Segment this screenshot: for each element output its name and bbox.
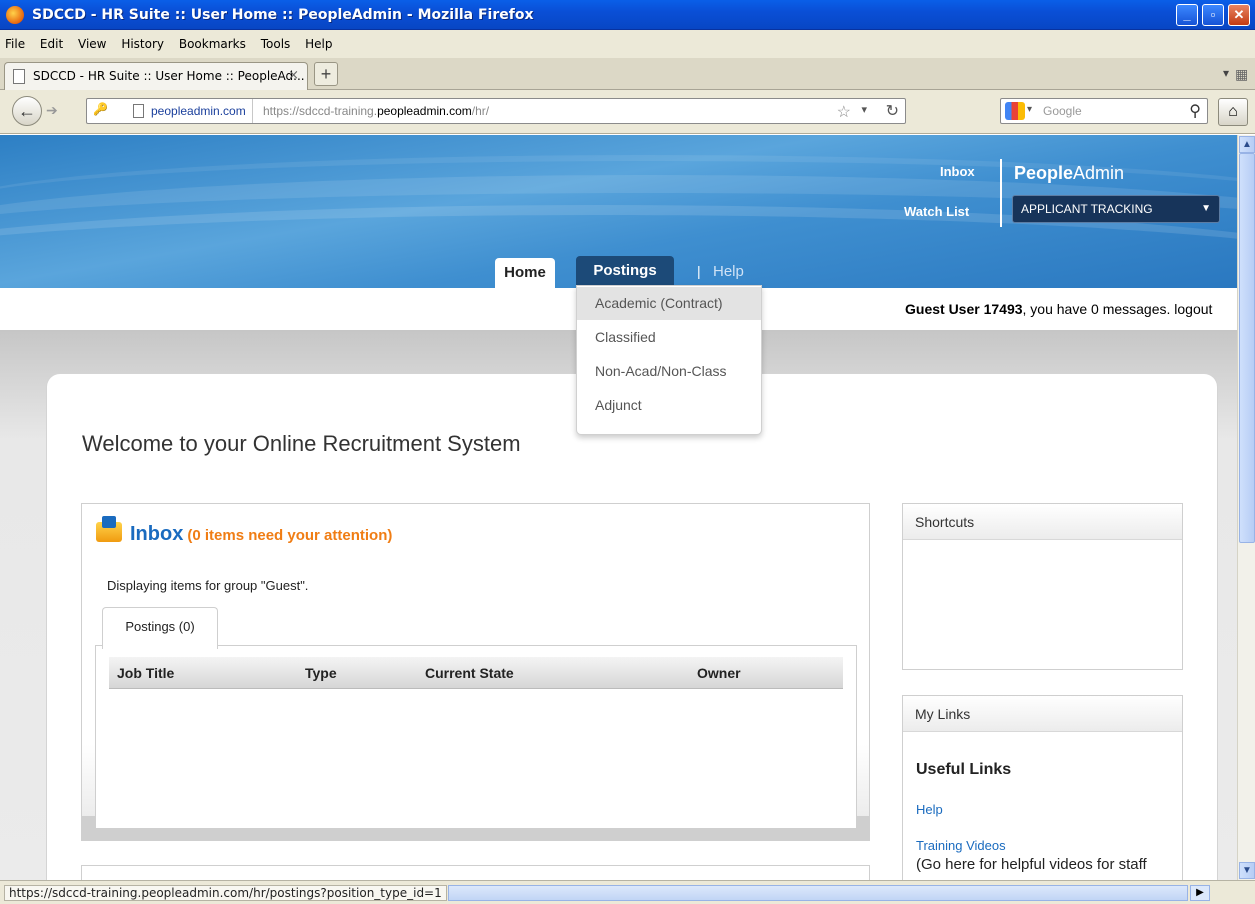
inbox-icon — [96, 516, 122, 542]
logo-bold: People — [1014, 163, 1074, 183]
useful-links-heading: Useful Links — [916, 761, 1012, 778]
inbox-inner: Inbox (0 items need your attention) Displ… — [82, 504, 869, 840]
table-header: Job Title Type Current State Owner — [109, 657, 843, 689]
greeting-text[interactable]: , you have 0 messages. logout — [1023, 301, 1213, 317]
url-suffix: /hr/ — [471, 104, 490, 118]
menu-file[interactable]: File — [5, 30, 25, 58]
col-owner[interactable]: Owner — [697, 665, 741, 681]
new-tab-button[interactable]: + — [314, 62, 338, 86]
peopleadmin-logo: PeopleAdmin — [1014, 163, 1124, 184]
col-current-state[interactable]: Current State — [425, 665, 514, 681]
search-icon[interactable]: ⚲ — [1189, 101, 1201, 121]
tab-postings-count[interactable]: Postings (0) — [102, 607, 218, 649]
inbox-title: Inbox — [130, 523, 184, 545]
reload-icon[interactable]: ↻ — [886, 101, 899, 121]
scroll-down-icon[interactable]: ▼ — [1239, 862, 1255, 879]
horizontal-scrollbar[interactable] — [448, 885, 1188, 901]
search-bar[interactable]: ▾ Google ⚲ — [1000, 98, 1208, 124]
menu-help[interactable]: Help — [305, 30, 332, 58]
firefox-icon — [6, 6, 24, 24]
browser-window: SDCCD - HR Suite :: User Home :: PeopleA… — [0, 0, 1255, 904]
tab-help[interactable]: Help — [713, 263, 744, 280]
watch-list-link[interactable]: Watch List — [904, 204, 969, 219]
window-title: SDCCD - HR Suite :: User Home :: PeopleA… — [32, 7, 534, 23]
menu-edit[interactable]: Edit — [40, 30, 63, 58]
home-button[interactable]: ⌂ — [1218, 98, 1248, 126]
menu-view[interactable]: View — [78, 30, 106, 58]
page-title: Welcome to your Online Recruitment Syste… — [82, 431, 521, 456]
header-divider — [1000, 159, 1002, 227]
tab-postings[interactable]: Postings — [576, 256, 674, 288]
tab-separator: | — [697, 263, 701, 279]
secondary-panel — [81, 865, 870, 880]
page-content: Inbox Watch List PeopleAdmin APPLICANT T… — [0, 135, 1237, 880]
identity-key-icon[interactable]: 🔑 — [93, 102, 123, 120]
minimize-button[interactable]: _ — [1176, 4, 1198, 26]
title-bar: SDCCD - HR Suite :: User Home :: PeopleA… — [0, 0, 1255, 30]
help-link[interactable]: Help — [916, 802, 943, 817]
col-type[interactable]: Type — [305, 665, 337, 681]
shortcuts-title: Shortcuts — [903, 504, 1182, 540]
forward-button[interactable]: ➔ — [46, 102, 58, 119]
attention-count: (0 items need your attention) — [187, 527, 393, 544]
search-engine-dropdown-icon[interactable]: ▾ — [1027, 104, 1032, 115]
training-videos-description: (Go here for helpful videos for staff — [916, 856, 1147, 873]
tab-close-icon[interactable]: × — [288, 63, 299, 89]
inbox-panel: Inbox (0 items need your attention) Displ… — [81, 503, 870, 841]
menu-item-classified[interactable]: Classified — [577, 321, 761, 354]
bookmark-star-icon[interactable]: ☆ — [837, 102, 851, 122]
header-banner: Inbox Watch List PeopleAdmin APPLICANT T… — [0, 135, 1237, 288]
module-select-value: APPLICANT TRACKING — [1021, 202, 1153, 216]
postings-dropdown-menu: Academic (Contract) Classified Non-Acad/… — [576, 285, 762, 435]
inbox-heading: Inbox (0 items need your attention) — [96, 516, 393, 546]
menu-item-non-acad-non-class[interactable]: Non-Acad/Non-Class — [577, 355, 761, 388]
vertical-scrollbar[interactable]: ▲ ▼ — [1237, 135, 1255, 880]
scroll-up-icon[interactable]: ▲ — [1239, 136, 1255, 153]
google-icon[interactable] — [1005, 102, 1025, 120]
logo-rest: Admin — [1073, 163, 1125, 183]
menu-item-adjunct[interactable]: Adjunct — [577, 389, 761, 422]
module-select[interactable]: APPLICANT TRACKING ▼ — [1012, 195, 1220, 223]
status-url: https://sdccd-training.peopleadmin.com/h… — [4, 885, 447, 901]
group-info: Displaying items for group "Guest". — [107, 578, 309, 593]
menu-bar: File Edit View History Bookmarks Tools H… — [0, 30, 1255, 58]
menu-history[interactable]: History — [121, 30, 164, 58]
tab-groups-icon[interactable]: ▦ — [1235, 66, 1255, 82]
user-name: Guest User 17493 — [905, 301, 1023, 317]
site-identity[interactable]: peopleadmin.com — [151, 99, 253, 123]
url-domain: peopleadmin.com — [377, 104, 472, 118]
browser-tab-label: SDCCD - HR Suite :: User Home :: PeopleA… — [33, 69, 305, 83]
page-icon — [13, 69, 25, 84]
scrollbar-thumb[interactable] — [1239, 153, 1255, 543]
tab-list-icon[interactable]: ▾ — [1223, 66, 1229, 80]
page-icon — [133, 104, 144, 118]
my-links-panel: My Links Useful Links Help Training Vide… — [902, 695, 1183, 880]
browser-tab[interactable]: SDCCD - HR Suite :: User Home :: PeopleA… — [4, 62, 308, 90]
my-links-title: My Links — [903, 696, 1182, 732]
col-job-title[interactable]: Job Title — [117, 665, 174, 681]
menu-tools[interactable]: Tools — [261, 30, 291, 58]
postings-table-container: Job Title Type Current State Owner — [95, 645, 857, 829]
menu-item-academic-contract[interactable]: Academic (Contract) — [577, 287, 761, 320]
url-bar[interactable]: 🔑 peopleadmin.com https://sdccd-training… — [86, 98, 906, 124]
back-button[interactable]: ← — [12, 96, 42, 126]
scroll-right-icon[interactable]: ▶ — [1190, 885, 1210, 901]
shortcuts-panel: Shortcuts — [902, 503, 1183, 670]
navigation-toolbar: ← ➔ 🔑 peopleadmin.com https://sdccd-trai… — [0, 90, 1255, 134]
maximize-button[interactable]: ▫ — [1202, 4, 1224, 26]
tab-home[interactable]: Home — [495, 258, 555, 288]
close-button[interactable]: ✕ — [1228, 4, 1250, 26]
menu-bookmarks[interactable]: Bookmarks — [179, 30, 246, 58]
chevron-down-icon: ▼ — [1201, 203, 1211, 214]
url-prefix: https://sdccd-training. — [263, 104, 378, 118]
inbox-link[interactable]: Inbox — [940, 164, 975, 179]
url-text[interactable]: https://sdccd-training.peopleadmin.com/h… — [263, 99, 489, 123]
url-dropdown-icon[interactable]: ▾ — [861, 103, 867, 116]
search-placeholder: Google — [1043, 104, 1082, 118]
user-greeting: Guest User 17493, you have 0 messages. l… — [905, 301, 1212, 317]
status-bar: https://sdccd-training.peopleadmin.com/h… — [0, 880, 1255, 904]
tab-strip: SDCCD - HR Suite :: User Home :: PeopleA… — [0, 58, 1255, 90]
training-videos-link[interactable]: Training Videos — [916, 838, 1006, 853]
